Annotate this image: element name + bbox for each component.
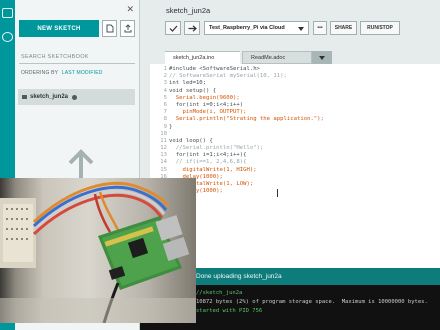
line-number: 11 <box>160 137 167 144</box>
console-line: started with PID 756 <box>196 308 263 314</box>
line-number: 15 <box>160 166 167 173</box>
upload-button[interactable] <box>184 21 200 35</box>
run-stop-button[interactable]: RUN/STOP <box>360 21 400 35</box>
line-number: 3 <box>163 80 167 87</box>
sketchbook-icon[interactable] <box>2 8 13 18</box>
ordering-control[interactable]: ORDERING BY LAST MODIFIED <box>21 70 103 76</box>
console-line: //sketch_jun2a <box>196 290 243 296</box>
sketch-folder-icon <box>22 95 27 99</box>
verify-button[interactable] <box>165 21 181 35</box>
raspberry-pi-photo-image <box>0 181 196 323</box>
code-line: } <box>169 123 173 130</box>
board-select-value: Test_Raspberry_Pi via Cloud <box>209 25 285 31</box>
check-icon <box>169 25 177 32</box>
line-number: 13 <box>160 152 167 159</box>
line-number: 9 <box>163 123 167 130</box>
code-line: #include <SoftwareSerial.h> <box>169 66 260 72</box>
sketch-options-icon[interactable] <box>72 94 78 100</box>
arrow-right-icon <box>188 24 197 32</box>
ordering-value[interactable]: LAST MODIFIED <box>62 70 103 76</box>
line-number: 12 <box>160 145 167 152</box>
folder-icon <box>106 24 114 33</box>
examples-icon[interactable] <box>2 32 13 42</box>
console-line: 10872 bytes (2%) of program storage spac… <box>196 299 428 305</box>
sketch-list-item[interactable]: sketch_jun2a <box>18 89 135 105</box>
tab-readme[interactable]: ReadMe.adoc <box>242 51 312 64</box>
chevron-down-icon <box>298 27 304 31</box>
line-number: 5 <box>163 94 167 101</box>
line-number: 4 <box>163 87 167 94</box>
import-icon <box>124 24 132 33</box>
import-button[interactable] <box>120 20 135 37</box>
new-folder-button[interactable] <box>102 20 117 37</box>
code-line: //Serial.println("Hello"); <box>169 145 264 152</box>
code-line: void loop() { <box>169 137 213 144</box>
code-line: digitalWrite(1, HIGH); <box>169 166 257 173</box>
code-line: void setup() { <box>169 87 217 94</box>
tab-menu-button[interactable] <box>312 51 332 64</box>
share-button[interactable]: SHARE <box>330 21 357 35</box>
code-line: pinMode(i, OUTPUT); <box>169 109 247 116</box>
sketch-title: sketch_jun2a <box>166 6 211 15</box>
line-number: 8 <box>163 116 167 123</box>
code-line: // SoftwareSerial mySerial(10, 11); <box>169 73 287 80</box>
line-number: 1 <box>163 66 167 72</box>
ordering-label: ORDERING BY <box>21 70 59 76</box>
line-number: 7 <box>163 109 167 116</box>
code-line: // if(i==1, 2,4,6,8){ <box>169 159 247 166</box>
line-number: 10 <box>160 130 167 137</box>
line-number: 14 <box>160 159 167 166</box>
code-line: for(int i=1;i<4;i++){ <box>169 152 247 159</box>
code-line: Serial.begin(9600); <box>169 94 240 101</box>
code-line: Serial.println("Strating the application… <box>169 116 324 123</box>
close-panel-icon[interactable]: ✕ <box>126 5 134 14</box>
more-options-button[interactable]: ••• <box>313 21 327 35</box>
raspberry-pi-photo <box>0 178 196 323</box>
search-sketchbook-input[interactable]: SEARCH SKETCHBOOK <box>19 50 135 64</box>
text-cursor <box>277 189 278 197</box>
sketch-item-label: sketch_jun2a <box>30 94 69 100</box>
board-select[interactable]: Test_Raspberry_Pi via Cloud <box>204 21 309 35</box>
code-line: for(int i=0;i<4;i++) <box>169 101 244 108</box>
line-number: 2 <box>163 73 167 80</box>
tab-sketch-ino[interactable]: sketch_jun2a.ino <box>165 51 240 64</box>
new-sketch-button[interactable]: NEW SKETCH <box>19 20 99 37</box>
code-line: int led=10; <box>169 80 207 87</box>
line-number: 6 <box>163 101 167 108</box>
